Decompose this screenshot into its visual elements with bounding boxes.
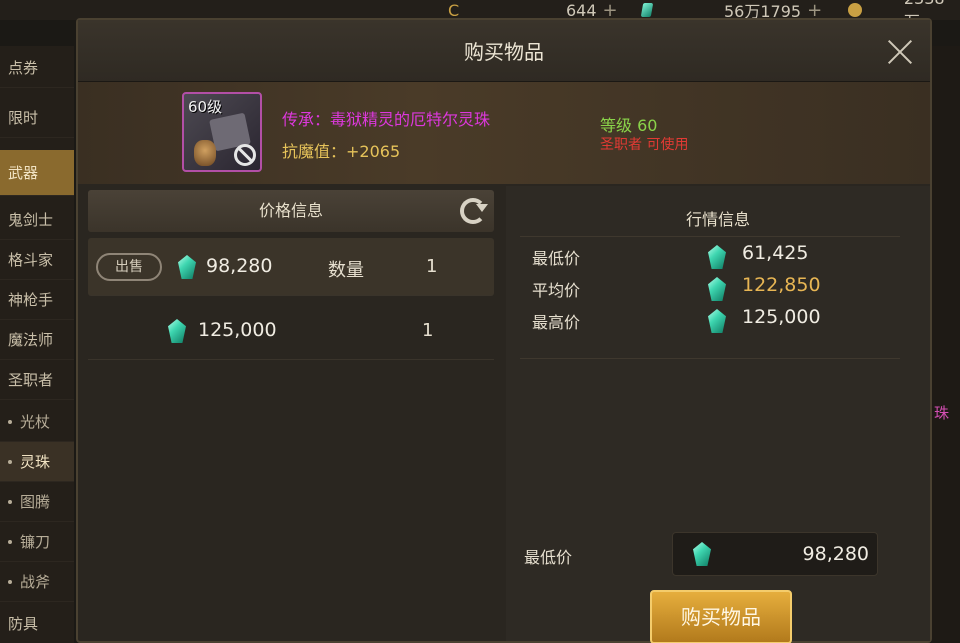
average-price-value: 122,850	[742, 274, 821, 296]
gem-currency-icon	[708, 245, 726, 269]
gem-icon	[640, 3, 654, 17]
gem-currency-icon	[708, 309, 726, 333]
gem-currency-icon-wrap	[640, 0, 654, 20]
item-name: 传承：毒狱精灵的厄特尔灵珠	[282, 110, 491, 129]
sidebar-subitem-label: 图腾	[20, 493, 51, 511]
character-face-icon	[194, 140, 216, 166]
item-info: 60级 传承：毒狱精灵的厄特尔灵珠 抗魔值：+2065 等级 60 圣职者 可使…	[78, 82, 930, 184]
sidebar-item-label: 神枪手	[8, 291, 54, 309]
sidebar-subitem-battleaxe[interactable]: 战斧	[0, 562, 74, 602]
sidebar-subitem-scythe[interactable]: 镰刀	[0, 522, 74, 562]
gold-coin-icon	[848, 3, 862, 17]
lowest-price-row: 最低价 61,425	[532, 242, 892, 272]
sidebar-item-armor[interactable]: 防具	[0, 604, 74, 643]
sidebar-subitem-totem[interactable]: 图腾	[0, 482, 74, 522]
close-button[interactable]	[886, 38, 914, 66]
listing-quantity: 1	[422, 320, 434, 341]
lowest-price-value: 61,425	[742, 242, 809, 264]
dialog-title: 购买物品	[464, 40, 544, 64]
sidebar-item-fighter[interactable]: 格斗家	[0, 240, 74, 280]
market-label: 最高价	[532, 313, 581, 332]
untradeable-icon	[234, 144, 256, 166]
market-label: 平均价	[532, 281, 581, 300]
gem-currency-icon	[178, 255, 196, 279]
sidebar-item-coupon[interactable]: 点券	[0, 48, 74, 88]
buy-item-button[interactable]: 购买物品	[650, 590, 792, 643]
sidebar-item-priest[interactable]: 圣职者	[0, 360, 74, 400]
sidebar-subitem-label: 灵珠	[20, 453, 51, 471]
listing-price: 98,280	[206, 255, 273, 277]
sidebar-item-label: 魔法师	[8, 331, 54, 349]
sidebar-item-limited[interactable]: 限时	[0, 98, 74, 138]
gem-currency-icon	[168, 319, 186, 343]
sidebar-subitem-label: 战斧	[20, 573, 51, 591]
sidebar-subitem-label: 镰刀	[20, 533, 51, 551]
sidebar-item-slayer[interactable]: 鬼剑士	[0, 200, 74, 240]
price-info-title: 价格信息	[258, 201, 323, 220]
price-info-header: 价格信息	[88, 190, 494, 232]
currency-bar: C 644 + 56万1795 + 2338万	[0, 0, 960, 31]
coupon-currency: C	[448, 0, 459, 20]
sidebar-subitem-rod[interactable]: 光杖	[0, 402, 74, 442]
sidebar-item-label: 防具	[8, 615, 39, 633]
divider	[520, 358, 900, 359]
listing-row[interactable]: 出售 98,280 数量 1	[88, 238, 494, 296]
sidebar-item-label: 限时	[8, 109, 39, 127]
sidebar-item-gunner[interactable]: 神枪手	[0, 280, 74, 320]
purchase-dialog: 购买物品 60级 传承：毒狱精灵的厄特尔灵珠 抗魔值：+2065 等级 60 圣…	[76, 18, 932, 643]
highest-price-row: 最高价 125,000	[532, 306, 892, 336]
min-price-field: 98,280	[672, 532, 878, 576]
average-price-row: 平均价 122,850	[532, 274, 892, 304]
market-label: 最低价	[532, 249, 581, 268]
highest-price-value: 125,000	[742, 306, 821, 328]
category-sidebar: 点券 限时 武器 鬼剑士 格斗家 神枪手 魔法师 圣职者 光杖 灵珠 图腾 镰刀…	[0, 46, 74, 643]
sidebar-item-label: 武器	[8, 164, 39, 182]
min-price-value: 98,280	[802, 543, 869, 565]
sidebar-item-weapon[interactable]: 武器	[0, 150, 74, 196]
sidebar-subitem-label: 光杖	[20, 413, 51, 431]
gem-currency-icon	[693, 542, 711, 566]
background-list-edge: 珠	[932, 46, 960, 643]
item-level-badge: 60级	[188, 98, 223, 116]
dialog-header: 购买物品	[78, 20, 930, 82]
currency-1-value: 644	[566, 0, 597, 20]
sidebar-item-label: 圣职者	[8, 371, 54, 389]
coupon-icon: C	[448, 0, 460, 20]
background-item-text: 珠	[934, 404, 950, 422]
listing-quantity: 1	[426, 256, 438, 277]
item-class-restriction: 圣职者 可使用	[600, 137, 689, 153]
refresh-button[interactable]	[460, 198, 488, 224]
sidebar-subitem-rosary[interactable]: 灵珠	[0, 442, 74, 482]
listing-price: 125,000	[198, 319, 277, 341]
listing-row[interactable]: 125,000 1	[88, 302, 494, 360]
item-icon[interactable]: 60级	[182, 92, 262, 172]
market-info-panel: 行情信息 最低价 61,425 平均价 122,850 最高价 125,000 …	[506, 186, 930, 643]
quantity-label: 数量	[328, 260, 364, 281]
sidebar-item-label: 格斗家	[8, 251, 54, 269]
price-info-panel: 价格信息 出售 98,280 数量 1 125,000 1	[88, 190, 498, 630]
min-price-label: 最低价	[524, 548, 573, 567]
item-stat: 抗魔值：+2065	[282, 142, 401, 161]
market-info-title: 行情信息	[685, 210, 750, 229]
currency-3: 2338万	[848, 0, 960, 31]
currency-2: 56万1795 +	[724, 0, 822, 21]
sidebar-item-label: 鬼剑士	[8, 211, 54, 229]
item-required-level: 等级 60	[600, 116, 658, 135]
gem-currency-icon	[708, 277, 726, 301]
currency-1: 644 +	[566, 0, 618, 21]
sidebar-item-label: 点券	[8, 59, 39, 77]
divider	[520, 236, 900, 237]
sidebar-item-mage[interactable]: 魔法师	[0, 320, 74, 360]
sell-badge: 出售	[96, 253, 162, 281]
